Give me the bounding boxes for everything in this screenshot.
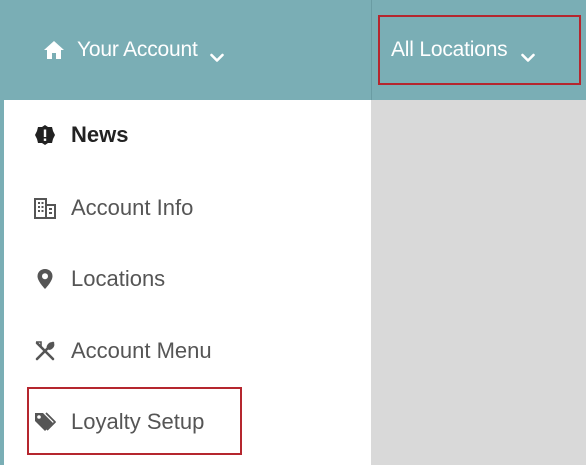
location-selector-label: All Locations [391,38,508,61]
sidebar-item-news[interactable]: News [34,117,128,153]
chevron-down-icon [521,45,536,62]
sidebar-item-account-info[interactable]: Account Info [34,190,193,226]
sidebar-item-label: Account Info [71,195,194,220]
sidebar-item-loyalty-setup[interactable]: Loyalty Setup [34,404,204,440]
tags-icon [34,411,56,433]
map-marker-icon [34,268,56,290]
your-account-label: Your Account [77,38,198,61]
location-selector-dropdown[interactable]: All Locations [378,15,581,85]
sidebar-item-account-menu[interactable]: Account Menu [34,333,212,369]
home-icon [43,40,65,60]
topbar-divider [371,0,372,100]
app-screen: Your Account All Locations News Account … [0,0,586,465]
sidebar-navigation: News Account Info Locations Account Menu… [0,100,371,465]
sidebar-item-label: Account Menu [71,338,212,363]
sidebar-item-locations[interactable]: Locations [34,261,165,297]
sidebar-item-label: News [71,122,129,147]
building-icon [34,197,56,219]
content-area [371,100,586,465]
top-navigation-bar: Your Account All Locations [0,0,586,100]
your-account-dropdown[interactable]: Your Account [43,32,224,68]
utensils-icon [34,340,56,362]
exclamation-badge-icon [34,124,56,146]
sidebar-item-label: Loyalty Setup [71,409,205,434]
chevron-down-icon [209,45,224,62]
sidebar-item-label: Locations [71,266,166,291]
